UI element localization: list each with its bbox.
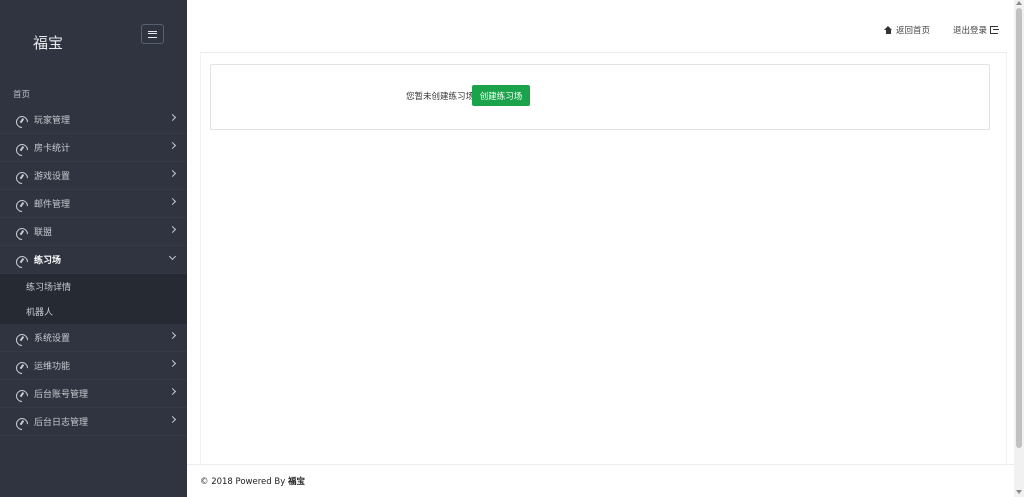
sidebar-item-label: 玩家管理: [34, 116, 71, 126]
dashboard-icon: [16, 390, 28, 398]
dashboard-icon: [16, 228, 28, 236]
dashboard-icon: [16, 418, 28, 426]
chevron-right-icon: [168, 415, 177, 424]
dashboard-icon: [16, 172, 28, 180]
sidebar-item-label: 系统设置: [34, 334, 71, 344]
chevron-right-icon: [168, 141, 177, 150]
practice-field-panel: 您暂未创建练习场 创建练习场: [210, 64, 990, 130]
sidebar-item-admin-logs[interactable]: 后台日志管理: [0, 408, 187, 436]
sidebar-item-label: 运维功能: [34, 362, 71, 372]
header-divider: [200, 52, 1007, 53]
sidebar-item-system-settings[interactable]: 系统设置: [0, 324, 187, 352]
chevron-right-icon: [168, 331, 177, 340]
sidebar-item-room-card-stats[interactable]: 房卡统计: [0, 134, 187, 162]
submenu-item-practice-field-details[interactable]: 练习场详情: [0, 274, 187, 299]
sidebar-home-label[interactable]: 首页: [0, 82, 187, 106]
chevron-right-icon: [168, 169, 177, 178]
chevron-right-icon: [168, 359, 177, 368]
submenu-item-robot[interactable]: 机器人: [0, 299, 187, 324]
dashboard-icon: [16, 144, 28, 152]
sidebar: 福宝 首页 玩家管理 房卡统计 游戏设置 邮件管理 联盟 练习场 练习场详情 机…: [0, 0, 187, 497]
back-to-home-label: 返回首页: [896, 26, 931, 36]
scroll-down-icon[interactable]: [1016, 490, 1022, 494]
topbar: 返回首页 退出登录: [187, 0, 1014, 52]
dashboard-icon: [16, 362, 28, 370]
chevron-down-icon: [168, 252, 177, 261]
scroll-up-icon[interactable]: [1016, 1, 1022, 5]
hamburger-icon: [148, 30, 157, 38]
footer-divider: [187, 464, 1014, 465]
dashboard-icon: [16, 256, 28, 264]
sidebar-item-label: 房卡统计: [34, 144, 71, 154]
sidebar-item-mail-management[interactable]: 邮件管理: [0, 190, 187, 218]
logout-label: 退出登录: [953, 26, 988, 36]
back-to-home-link[interactable]: 返回首页: [884, 24, 930, 36]
sidebar-item-player-management[interactable]: 玩家管理: [0, 106, 187, 134]
dashboard-icon: [16, 200, 28, 208]
logout-link[interactable]: 退出登录: [953, 24, 1000, 36]
sidebar-item-game-settings[interactable]: 游戏设置: [0, 162, 187, 190]
chevron-right-icon: [168, 197, 177, 206]
chevron-right-icon: [168, 387, 177, 396]
brand-area: 福宝: [0, 0, 187, 82]
logout-icon: [990, 26, 1000, 34]
create-practice-field-button[interactable]: 创建练习场: [472, 85, 530, 106]
sidebar-item-practice-field[interactable]: 练习场: [0, 246, 187, 274]
practice-field-submenu: 练习场详情 机器人: [0, 274, 187, 324]
chevron-right-icon: [168, 113, 177, 122]
brand-title: 福宝: [33, 34, 64, 52]
footer: © 2018 Powered By 福宝: [200, 475, 305, 487]
page-scrollbar[interactable]: [1014, 0, 1024, 497]
footer-copyright: © 2018 Powered By: [200, 477, 286, 487]
empty-state-text: 您暂未创建练习场: [406, 92, 475, 102]
sidebar-item-admin-accounts[interactable]: 后台账号管理: [0, 380, 187, 408]
dashboard-icon: [16, 334, 28, 342]
sidebar-item-alliance[interactable]: 联盟: [0, 218, 187, 246]
sidebar-item-label: 练习场: [34, 256, 62, 266]
sidebar-item-operations[interactable]: 运维功能: [0, 352, 187, 380]
scrollbar-thumb[interactable]: [1016, 8, 1022, 448]
sidebar-item-label: 联盟: [34, 228, 53, 238]
sidebar-item-label: 邮件管理: [34, 200, 71, 210]
sidebar-item-label: 后台账号管理: [34, 390, 89, 400]
footer-brand: 福宝: [287, 477, 305, 487]
menu-toggle-button[interactable]: [141, 24, 164, 44]
chevron-right-icon: [168, 225, 177, 234]
dashboard-icon: [16, 116, 28, 124]
sidebar-item-label: 游戏设置: [34, 172, 71, 182]
sidebar-item-label: 后台日志管理: [34, 418, 89, 428]
home-icon: [884, 26, 892, 34]
